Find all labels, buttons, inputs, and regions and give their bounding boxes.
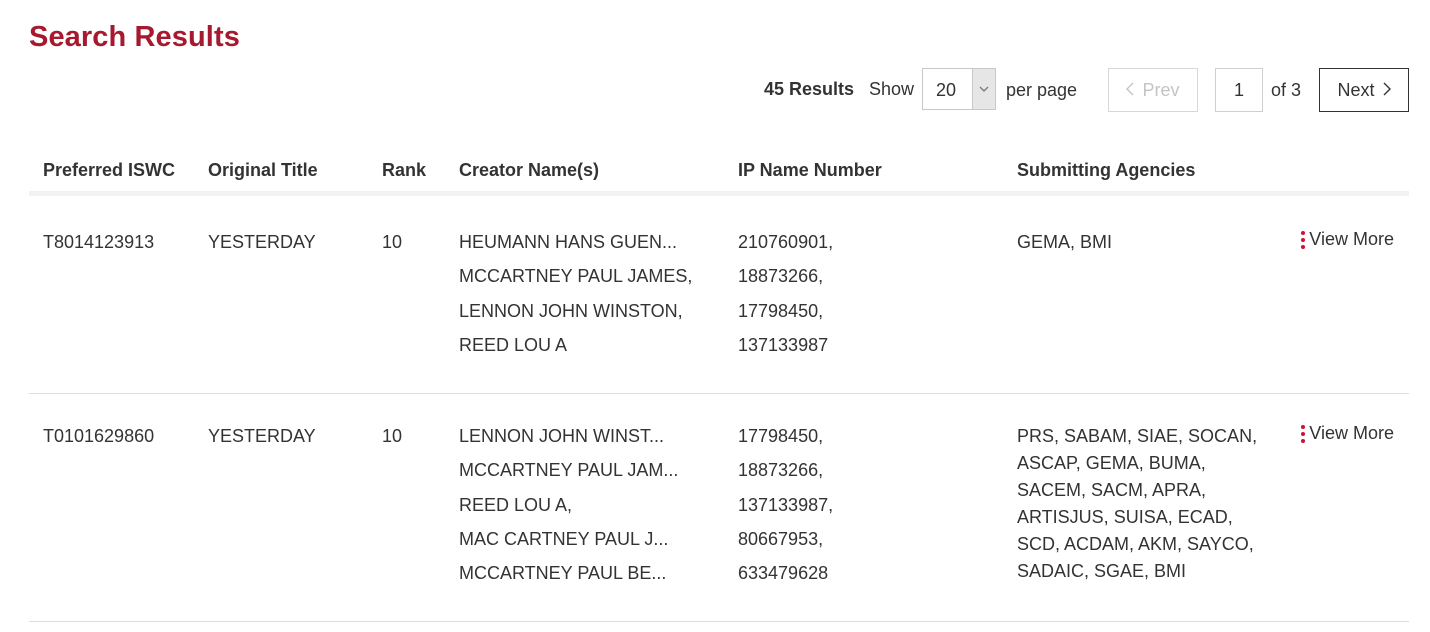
creators-cell: HEUMANN HANS GUEN... MCCARTNEY PAUL JAME… (459, 225, 692, 362)
view-more-label: View More (1309, 229, 1394, 249)
creator-name: LENNON JOHN WINSTON, (459, 300, 683, 321)
creator-name: HEUMANN HANS GUEN... (459, 232, 678, 252)
header-ip-name-number: IP Name Number (738, 160, 882, 180)
vertical-dots-icon (1301, 230, 1306, 249)
show-label: Show (869, 79, 915, 99)
prev-label: Prev (1142, 79, 1180, 100)
header-submitting-agencies: Submitting Agencies (1017, 160, 1196, 180)
ip-number: 17798450, (738, 300, 824, 321)
table-row: T8014123913 YESTERDAY 10 HEUMANN HANS GU… (29, 201, 1409, 394)
creator-name: REED LOU A, (459, 494, 573, 515)
ip-number-cell: 210760901, 18873266, 17798450, 137133987 (738, 225, 833, 362)
creator-name: MCCARTNEY PAUL JAM... (459, 460, 679, 481)
agencies-cell: PRS, SABAM, SIAE, SOCAN, ASCAP, GEMA, BU… (1017, 426, 1258, 581)
per-page-select[interactable]: 20 (922, 68, 996, 110)
view-more-button[interactable]: View More (1301, 423, 1394, 444)
iswc-cell: T0101629860 (43, 426, 155, 446)
view-more-button[interactable]: View More (1301, 229, 1394, 250)
creator-name: LENNON JOHN WINST... (459, 426, 665, 446)
view-more-label: View More (1309, 423, 1394, 443)
creator-name: REED LOU A (459, 334, 568, 355)
page-title: Search Results (29, 21, 240, 53)
per-page-label: per page (1006, 80, 1078, 100)
ip-number: 137133987 (738, 334, 829, 355)
header-rank: Rank (382, 160, 427, 180)
chevron-left-icon (1126, 80, 1134, 101)
ip-number: 18873266, (738, 266, 824, 287)
ip-number-cell: 17798450, 18873266, 137133987, 80667953,… (738, 419, 833, 590)
rank-cell: 10 (382, 426, 403, 446)
page-number-input[interactable]: 1 (1215, 68, 1263, 112)
page-total-label: of 3 (1271, 80, 1302, 100)
vertical-dots-icon (1301, 424, 1306, 443)
ip-number: 17798450, (738, 426, 824, 446)
ip-number: 633479628 (738, 563, 829, 584)
ip-number: 210760901, (738, 232, 834, 252)
ip-number: 137133987, (738, 494, 834, 515)
per-page-value: 20 (936, 80, 957, 100)
title-cell: YESTERDAY (208, 232, 316, 252)
creators-cell: LENNON JOHN WINST... MCCARTNEY PAUL JAM.… (459, 419, 678, 590)
iswc-cell: T8014123913 (43, 232, 155, 252)
header-original-title: Original Title (208, 160, 318, 180)
chevron-down-icon[interactable] (972, 69, 995, 109)
creator-name: MAC CARTNEY PAUL J... (459, 528, 669, 549)
chevron-right-icon (1383, 80, 1391, 101)
header-creator-names: Creator Name(s) (459, 160, 600, 180)
title-cell: YESTERDAY (208, 426, 316, 446)
next-page-button[interactable]: Next (1319, 68, 1409, 112)
creator-name: MCCARTNEY PAUL JAMES, (459, 266, 693, 287)
ip-number: 18873266, (738, 460, 824, 481)
table-header: Preferred ISWC Original Title Rank Creat… (29, 150, 1409, 196)
ip-number: 80667953, (738, 528, 824, 549)
results-count: 45 Results (764, 79, 855, 99)
next-label: Next (1337, 79, 1375, 100)
rank-cell: 10 (382, 232, 403, 252)
table-row: T0101629860 YESTERDAY 10 LENNON JOHN WIN… (29, 394, 1409, 622)
pagination-toolbar: 45 Results Show 20 per page Prev 1 of 3 … (0, 68, 1430, 112)
prev-page-button[interactable]: Prev (1108, 68, 1198, 112)
creator-name: MCCARTNEY PAUL BE... (459, 563, 667, 584)
agencies-cell: GEMA, BMI (1017, 232, 1113, 252)
header-preferred-iswc: Preferred ISWC (43, 160, 176, 180)
